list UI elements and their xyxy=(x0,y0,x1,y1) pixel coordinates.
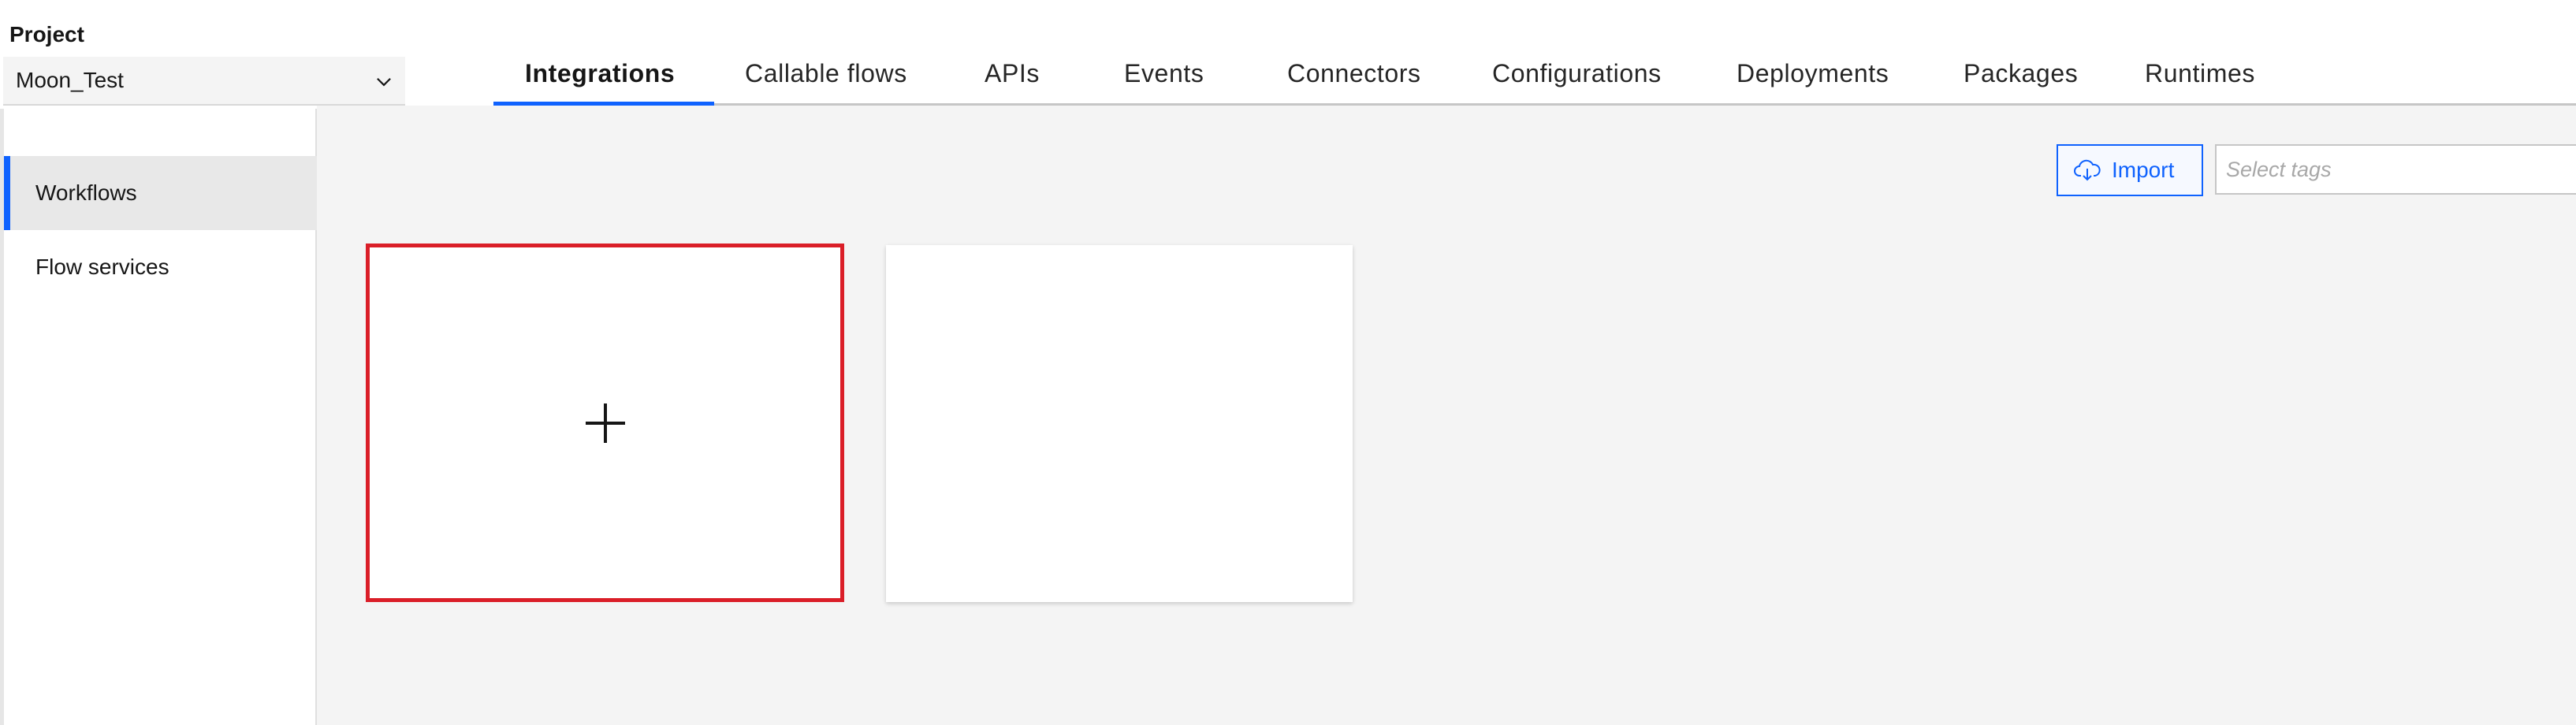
workflow-card[interactable] xyxy=(886,245,1353,602)
app-window: Project Moon_Test Integrations Callable … xyxy=(0,0,2576,725)
add-workflow-card[interactable] xyxy=(366,244,844,602)
sidebar: Workflows Flow services xyxy=(0,109,317,725)
plus-icon xyxy=(585,403,625,443)
tab-integrations[interactable]: Integrations xyxy=(525,49,675,103)
import-label: Import xyxy=(2112,158,2175,182)
tags-select-input[interactable] xyxy=(2215,144,2576,195)
project-selected-value: Moon_Test xyxy=(16,68,124,92)
top-tabs: Integrations Callable flows APIs Events … xyxy=(493,49,2576,106)
tab-label: APIs xyxy=(985,59,1040,87)
tab-callable-flows[interactable]: Callable flows xyxy=(745,49,907,103)
tab-events[interactable]: Events xyxy=(1124,49,1204,103)
sidebar-item-workflows[interactable]: Workflows xyxy=(4,156,317,230)
tab-label: Integrations xyxy=(525,59,676,87)
project-label: Project xyxy=(9,22,84,46)
cloud-download-icon xyxy=(2074,159,2101,181)
tab-label: Runtimes xyxy=(2145,59,2255,87)
tab-packages[interactable]: Packages xyxy=(1964,49,2078,103)
tab-configurations[interactable]: Configurations xyxy=(1492,49,1662,103)
sidebar-item-label: Workflows xyxy=(35,180,137,205)
tab-label: Events xyxy=(1124,59,1204,87)
tab-runtimes[interactable]: Runtimes xyxy=(2145,49,2255,103)
import-button[interactable]: Import xyxy=(2057,144,2203,196)
sidebar-item-flow-services[interactable]: Flow services xyxy=(4,230,317,304)
tab-label: Deployments xyxy=(1737,59,1889,87)
tab-apis[interactable]: APIs xyxy=(985,49,1040,103)
project-dropdown[interactable]: Moon_Test xyxy=(3,57,405,106)
sidebar-item-label: Flow services xyxy=(35,255,169,279)
chevron-down-icon xyxy=(377,77,391,87)
tab-deployments[interactable]: Deployments xyxy=(1737,49,1889,103)
tab-label: Callable flows xyxy=(745,59,907,87)
tab-connectors[interactable]: Connectors xyxy=(1287,49,1421,103)
tab-label: Connectors xyxy=(1287,59,1421,87)
tab-label: Packages xyxy=(1964,59,2079,87)
tab-label: Configurations xyxy=(1492,59,1662,87)
